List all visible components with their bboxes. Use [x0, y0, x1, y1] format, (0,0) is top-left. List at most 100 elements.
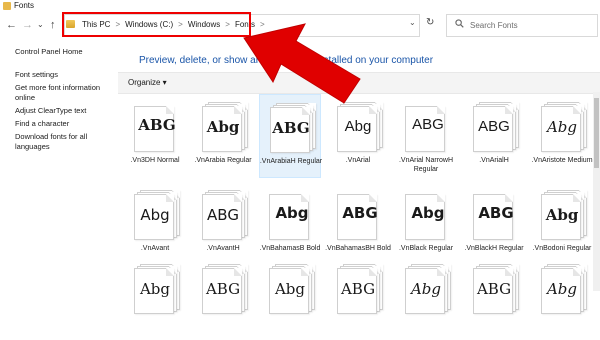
font-name: .VnAvant [140, 245, 170, 252]
font-tile[interactable]: ABG .Vn3DH Normal [124, 94, 186, 178]
font-tile[interactable]: Abg [395, 256, 457, 340]
font-file-icon: Abg [134, 190, 180, 240]
sidebar-item-download-fonts[interactable]: Download fonts for all languages [15, 132, 120, 152]
font-file-icon: Abg [337, 102, 383, 152]
font-sample: Abg [140, 206, 170, 224]
chevron-right-icon[interactable]: > [260, 15, 265, 34]
recent-locations-icon[interactable]: ⌄ [37, 20, 44, 29]
font-file-icon: Abg [269, 190, 315, 240]
font-sample: ABG [476, 280, 512, 298]
font-file-icon: ABG [337, 264, 383, 314]
address-highlight-box [62, 12, 251, 37]
command-bar: Organize ▾ [118, 72, 600, 94]
font-tile[interactable]: Abg .VnAristote Medium [531, 94, 593, 178]
font-tile[interactable]: ABG .VnBahamasBH Bold [325, 182, 391, 266]
font-sample: ABG [272, 119, 310, 137]
sidebar: Control Panel Home Font settings Get mor… [15, 47, 120, 155]
font-sample: Abg [546, 118, 578, 136]
font-tile[interactable]: ABG [463, 256, 525, 340]
font-tile[interactable]: Abg .VnBodoni Regular [531, 182, 593, 266]
font-sample: Abg [546, 280, 578, 298]
title-bar: Fonts [0, 0, 600, 12]
font-tile[interactable]: ABG [327, 256, 389, 340]
font-name: .VnBahamasB Bold [259, 245, 321, 252]
refresh-icon[interactable]: ↻ [426, 17, 434, 28]
font-sample: Abg [410, 280, 442, 298]
font-tile[interactable]: Abg .VnBahamasB Bold [259, 182, 321, 266]
organize-button[interactable]: Organize ▾ [128, 78, 167, 87]
font-sample: ABG [412, 116, 444, 133]
font-sample: ABG [478, 118, 510, 135]
font-name: .VnArabiaH Regular [259, 158, 323, 165]
font-tile[interactable]: Abg .VnBlack Regular [395, 182, 457, 266]
sidebar-item-adjust-cleartype[interactable]: Adjust ClearType text [15, 106, 120, 116]
chevron-down-icon[interactable]: ⌄ [409, 18, 416, 27]
up-arrow-icon[interactable]: ↑ [50, 19, 56, 31]
font-file-icon: Abg [541, 264, 587, 314]
font-tile[interactable]: Abg [259, 256, 321, 340]
search-placeholder: Search Fonts [470, 21, 518, 30]
font-sample: ABG [342, 204, 378, 222]
font-file-icon: ABG [473, 190, 519, 240]
font-sample: ABG [205, 280, 241, 298]
font-tile[interactable]: ABG .VnArial NarrowH Regular [395, 94, 457, 178]
font-sample: ABG [340, 280, 376, 298]
font-name: .VnArial NarrowH Regular [398, 157, 454, 173]
font-name: .VnBlackH Regular [464, 245, 524, 252]
font-tile[interactable]: ABG [192, 256, 254, 340]
font-file-icon: ABG [473, 102, 519, 152]
folder-icon [3, 2, 11, 10]
font-tile[interactable]: ABG .VnArabiaH Regular [259, 94, 322, 178]
font-file-icon: Abg [202, 102, 248, 152]
font-file-icon: ABG [270, 103, 316, 153]
font-file-icon: Abg [134, 264, 180, 314]
font-tile[interactable]: Abg [124, 256, 186, 340]
scrollbar-thumb[interactable] [594, 98, 599, 168]
forward-arrow-icon[interactable]: → [22, 19, 33, 31]
font-sample: ABG [138, 116, 176, 134]
font-tile[interactable]: ABG .VnAvantH [192, 182, 254, 266]
font-sample: Abg [411, 204, 445, 222]
font-grid: ABG .Vn3DH Normal Abg .VnArabia Regular ABG.… [118, 92, 600, 314]
window-title: Fonts [14, 1, 35, 10]
font-file-icon: Abg [541, 102, 587, 152]
font-file-icon: Abg [405, 264, 451, 314]
back-arrow-icon[interactable]: ← [6, 19, 17, 31]
font-name: .Vn3DH Normal [130, 157, 180, 164]
font-tile[interactable]: Abg .VnAvant [124, 182, 186, 266]
font-sample: Abg [275, 204, 309, 222]
font-sample: Abg [545, 206, 579, 224]
search-icon [455, 15, 464, 36]
font-file-icon: ABG [473, 264, 519, 314]
font-tile[interactable]: Abg .VnArial [327, 94, 389, 178]
font-name: .VnBlack Regular [398, 245, 454, 252]
font-name: .VnBodoni Regular [532, 245, 592, 252]
font-tile[interactable]: Abg [531, 256, 593, 340]
font-file-icon: ABG [202, 264, 248, 314]
sidebar-item-find-character[interactable]: Find a character [15, 119, 120, 129]
font-file-icon: ABG [202, 190, 248, 240]
font-file-icon: ABG [134, 102, 180, 152]
font-tile[interactable]: ABG .VnArialH [463, 94, 525, 178]
font-sample: Abg [139, 280, 171, 298]
font-file-icon: ABG [337, 190, 383, 240]
font-sample: Abg [344, 118, 372, 135]
font-name: .VnArabia Regular [194, 157, 252, 164]
font-name: .VnArialH [479, 157, 509, 164]
sidebar-item-control-panel-home[interactable]: Control Panel Home [15, 47, 120, 57]
vertical-scrollbar[interactable] [593, 92, 600, 291]
font-name: .VnAvantH [206, 245, 240, 252]
page-heading: Preview, delete, or show and hide fonts … [139, 55, 434, 66]
font-sample: Abg [206, 118, 240, 136]
font-name: .VnBahamasBH Bold [325, 245, 391, 252]
font-tile[interactable]: Abg .VnArabia Regular [192, 94, 254, 178]
font-sample: ABG [478, 204, 514, 222]
font-file-icon: Abg [541, 190, 587, 240]
font-file-icon: Abg [269, 264, 315, 314]
font-tile[interactable]: ABG .VnBlackH Regular [463, 182, 525, 266]
search-box[interactable]: Search Fonts [446, 14, 598, 37]
font-file-icon: Abg [405, 190, 451, 240]
sidebar-item-font-settings[interactable]: Font settings [15, 70, 120, 80]
font-name: .VnArial [345, 157, 371, 164]
sidebar-item-get-more-font-info[interactable]: Get more font information online [15, 83, 120, 103]
